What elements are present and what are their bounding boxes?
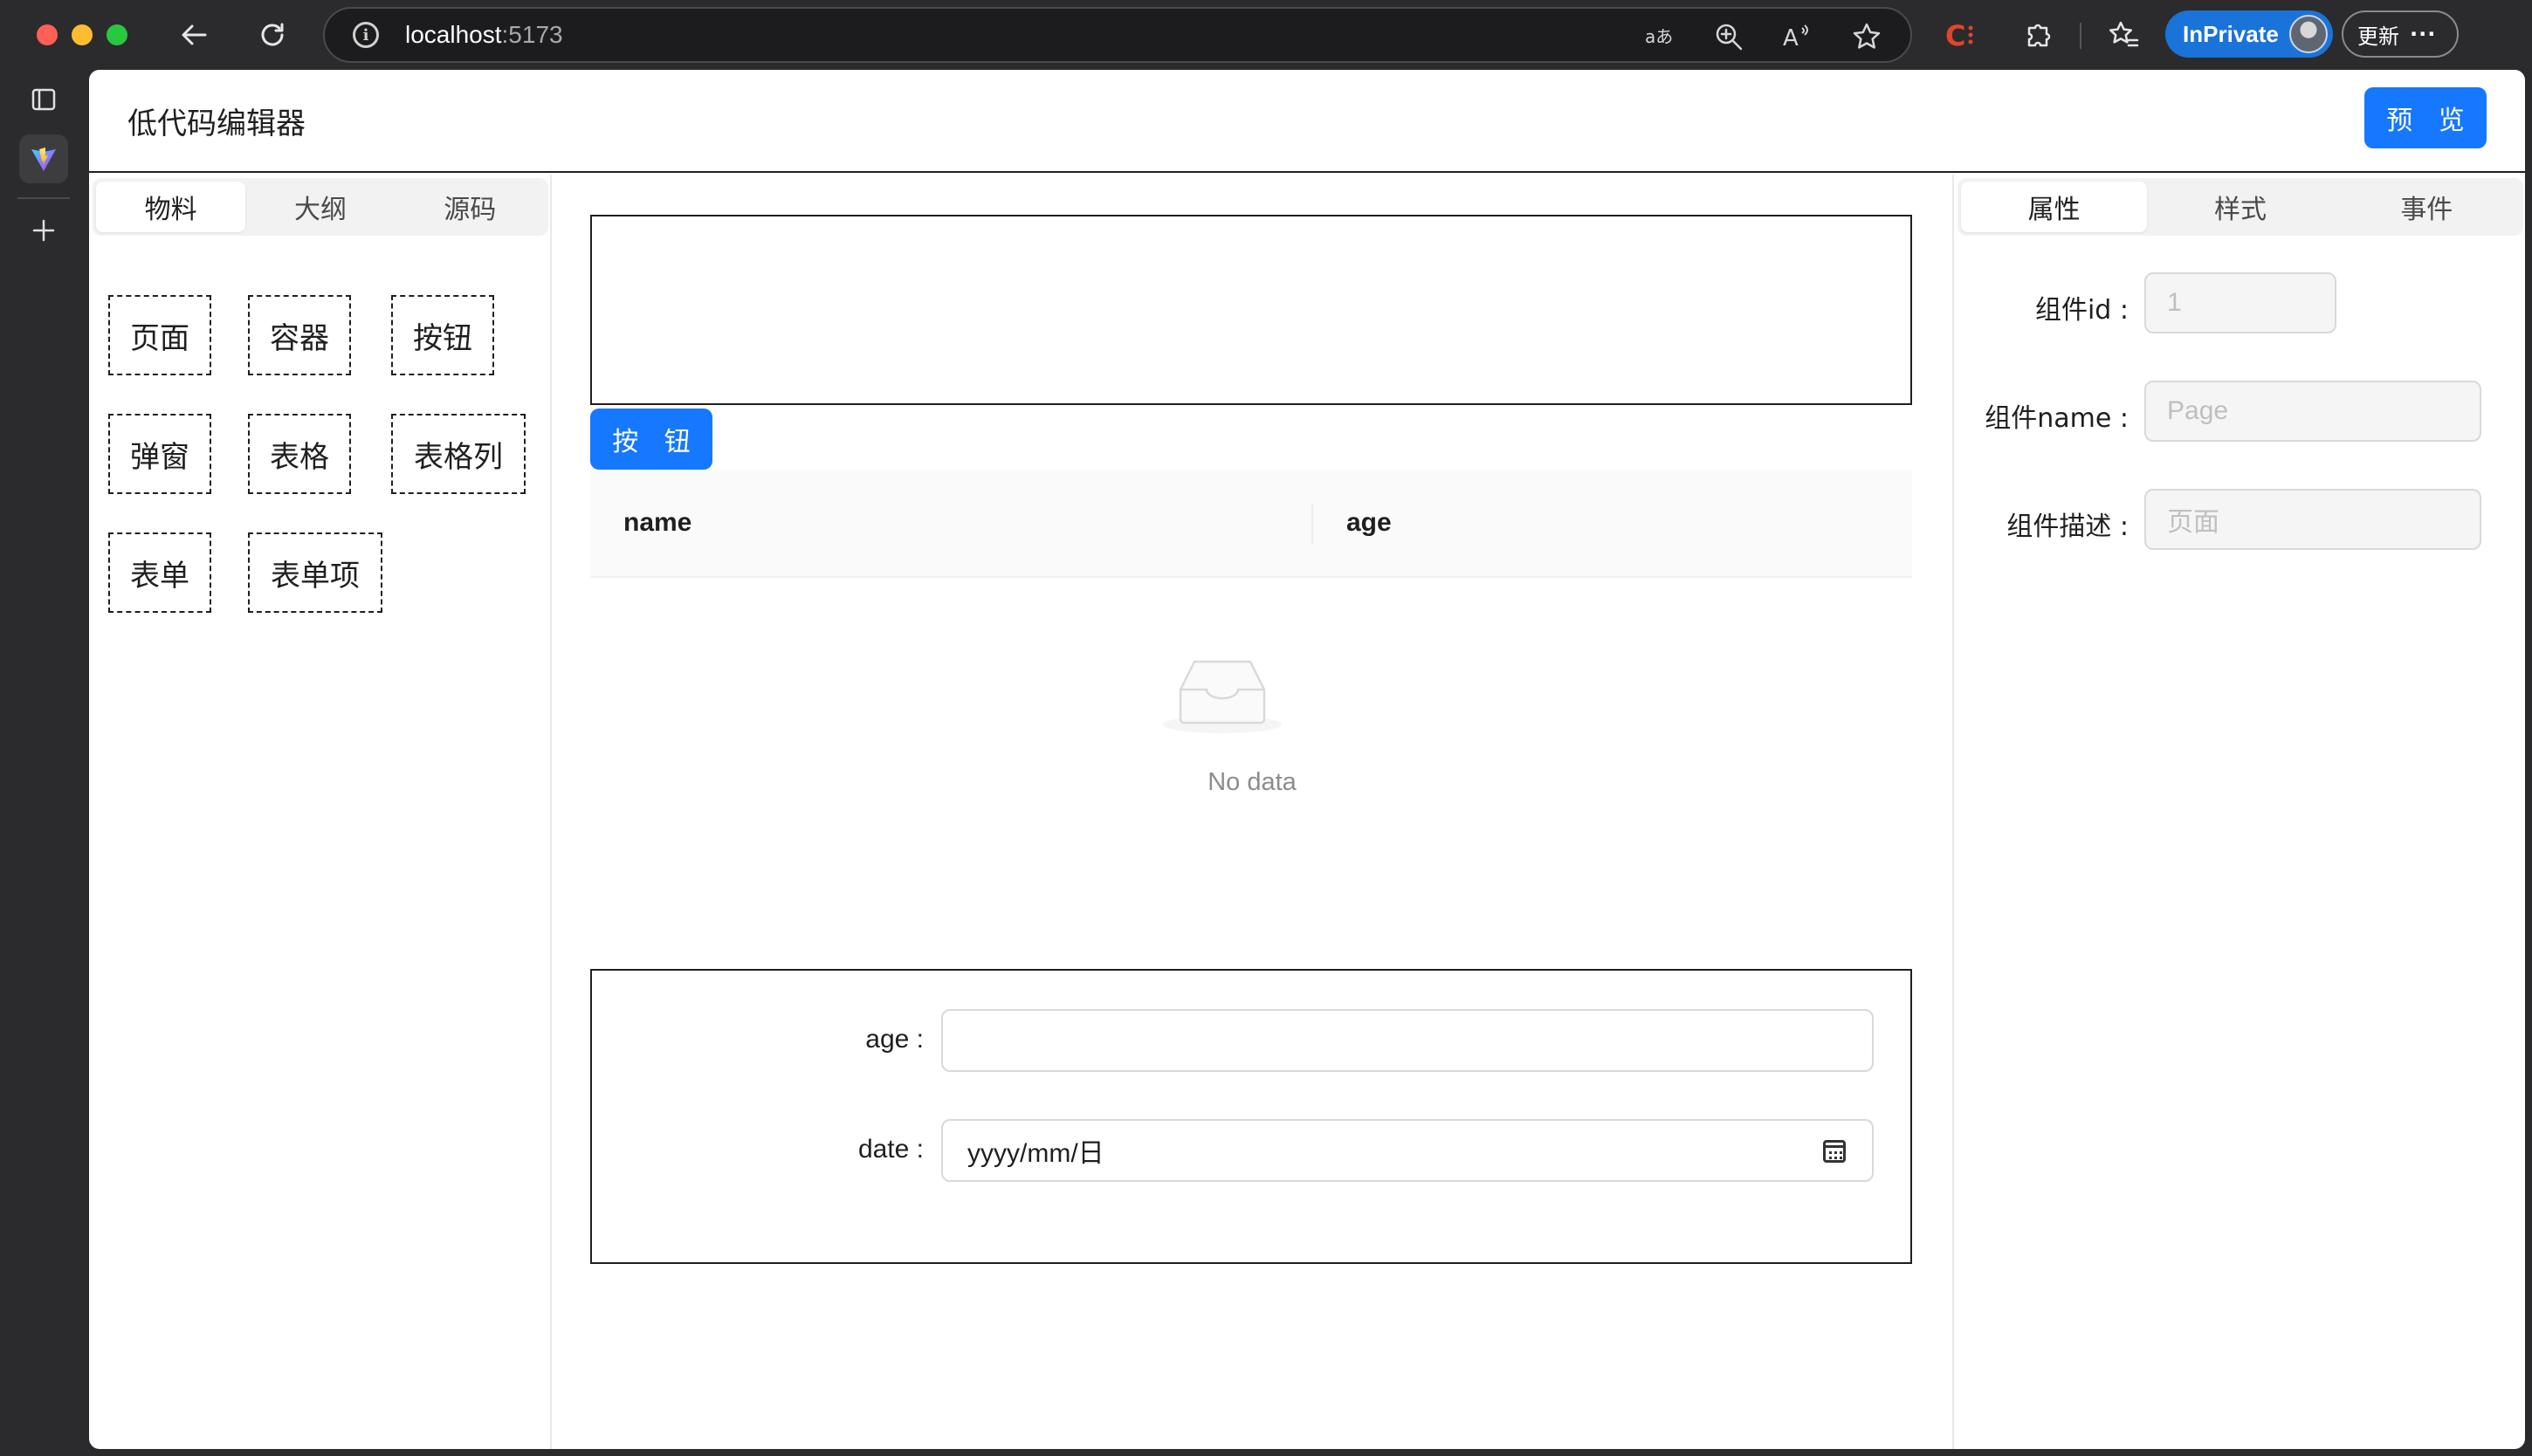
left-panel-tabs: 物料 大纲 源码 — [93, 178, 548, 236]
date-input[interactable]: yyyy/mm/日 — [941, 1119, 1874, 1182]
canvas-container-component[interactable] — [590, 215, 1912, 405]
material-modal[interactable]: 弹窗 — [108, 414, 211, 494]
tab-events[interactable]: 事件 — [2334, 182, 2520, 232]
component-id-input[interactable]: 1 — [2144, 272, 2336, 333]
minimize-window-button[interactable] — [72, 24, 93, 45]
zoom-icon[interactable] — [1713, 21, 1744, 52]
app-header: 低代码编辑器 预 览 — [89, 70, 2525, 173]
svg-text:C: C — [1945, 19, 1965, 52]
inprivate-label: InPrivate — [2183, 20, 2279, 47]
material-container[interactable]: 容器 — [248, 295, 351, 375]
date-input-value: yyyy/mm/日 — [967, 1139, 1104, 1168]
favorites-icon[interactable] — [2104, 16, 2143, 54]
preview-button[interactable]: 预 览 — [2364, 87, 2487, 148]
profile-avatar — [2289, 15, 2328, 53]
materials-panel: 物料 大纲 源码 页面 容器 按钮 弹窗 表格 表格列 表单 表单项 — [89, 175, 552, 1449]
editor-canvas: 按 钮 name age No data age : date : yyyy/m… — [554, 175, 1951, 1449]
close-window-button[interactable] — [37, 24, 58, 45]
prop-label-name: 组件name : — [1985, 403, 2129, 434]
table-empty-text: No data — [1208, 768, 1297, 796]
material-table-column[interactable]: 表格列 — [391, 414, 526, 494]
refresh-icon[interactable] — [253, 16, 292, 54]
new-tab-plus-icon[interactable] — [19, 206, 68, 255]
back-arrow-icon[interactable] — [175, 16, 213, 54]
svg-text:aあ: aあ — [1645, 26, 1673, 47]
svg-text:A: A — [1783, 25, 1799, 52]
prop-label-desc: 组件描述 : — [2006, 512, 2129, 542]
update-button[interactable]: 更新 ··· — [2342, 10, 2459, 58]
maximize-window-button[interactable] — [107, 24, 127, 45]
favorite-star-icon[interactable] — [1851, 21, 1882, 52]
browser-titlebar: i localhost:5173 aあ A C InPrivate 更新 ··· — [0, 0, 2532, 70]
table-header: name age — [590, 470, 1912, 578]
table-column-name: name — [623, 508, 692, 537]
rail-divider — [17, 197, 70, 199]
material-button[interactable]: 按钮 — [391, 295, 494, 375]
extensions-puzzle-icon[interactable] — [2019, 16, 2057, 54]
right-panel-tabs: 属性 样式 事件 — [1957, 178, 2523, 236]
material-page[interactable]: 页面 — [108, 295, 211, 375]
update-label: 更新 — [2357, 24, 2399, 49]
column-divider — [1311, 505, 1313, 545]
canvas-button-component[interactable]: 按 钮 — [590, 409, 712, 470]
toolbar-divider — [2080, 23, 2081, 49]
empty-inbox-icon — [1163, 660, 1282, 733]
age-input[interactable] — [941, 1009, 1874, 1072]
browser-side-rail — [0, 70, 87, 1456]
read-aloud-icon[interactable]: A — [1781, 21, 1813, 52]
url-text[interactable]: localhost:5173 — [405, 21, 563, 49]
tab-source[interactable]: 源码 — [396, 182, 545, 232]
component-desc-input[interactable]: 页面 — [2144, 489, 2481, 550]
tab-properties[interactable]: 属性 — [1961, 182, 2148, 232]
site-info-icon[interactable]: i — [353, 22, 379, 48]
url-host: localhost — [405, 21, 502, 48]
material-form-item[interactable]: 表单项 — [248, 532, 382, 613]
vite-tab-icon[interactable] — [19, 134, 68, 183]
tab-materials[interactable]: 物料 — [96, 182, 246, 232]
table-column-age: age — [1346, 508, 1392, 537]
component-name-input[interactable]: Page — [2144, 381, 2481, 442]
tab-outline[interactable]: 大纲 — [245, 182, 395, 232]
calendar-icon[interactable] — [1823, 1140, 1846, 1163]
form-label-date: date : — [857, 1135, 924, 1164]
more-dots-icon[interactable]: ··· — [2410, 22, 2436, 46]
translate-icon[interactable]: aあ — [1643, 21, 1675, 52]
canvas-form-component[interactable]: age : date : yyyy/mm/日 — [590, 969, 1912, 1264]
material-form[interactable]: 表单 — [108, 532, 211, 613]
address-bar[interactable]: i localhost:5173 aあ A — [323, 7, 1912, 63]
url-port: :5173 — [501, 21, 563, 48]
material-table[interactable]: 表格 — [248, 414, 351, 494]
tab-styles[interactable]: 样式 — [2147, 182, 2333, 232]
inprivate-button[interactable]: InPrivate — [2165, 10, 2333, 58]
tab-actions-icon[interactable] — [19, 75, 68, 124]
extension-c-icon[interactable]: C — [1940, 16, 1978, 54]
properties-panel: 属性 样式 事件 组件id : 1 组件name : Page 组件描述 : 页… — [1952, 175, 2525, 1449]
prop-label-id: 组件id : — [2034, 295, 2129, 326]
app-title: 低代码编辑器 — [127, 106, 306, 141]
app-viewport: 低代码编辑器 预 览 物料 大纲 源码 页面 容器 按钮 弹窗 表格 表格列 表… — [89, 70, 2525, 1449]
form-label-age: age : — [865, 1025, 924, 1054]
